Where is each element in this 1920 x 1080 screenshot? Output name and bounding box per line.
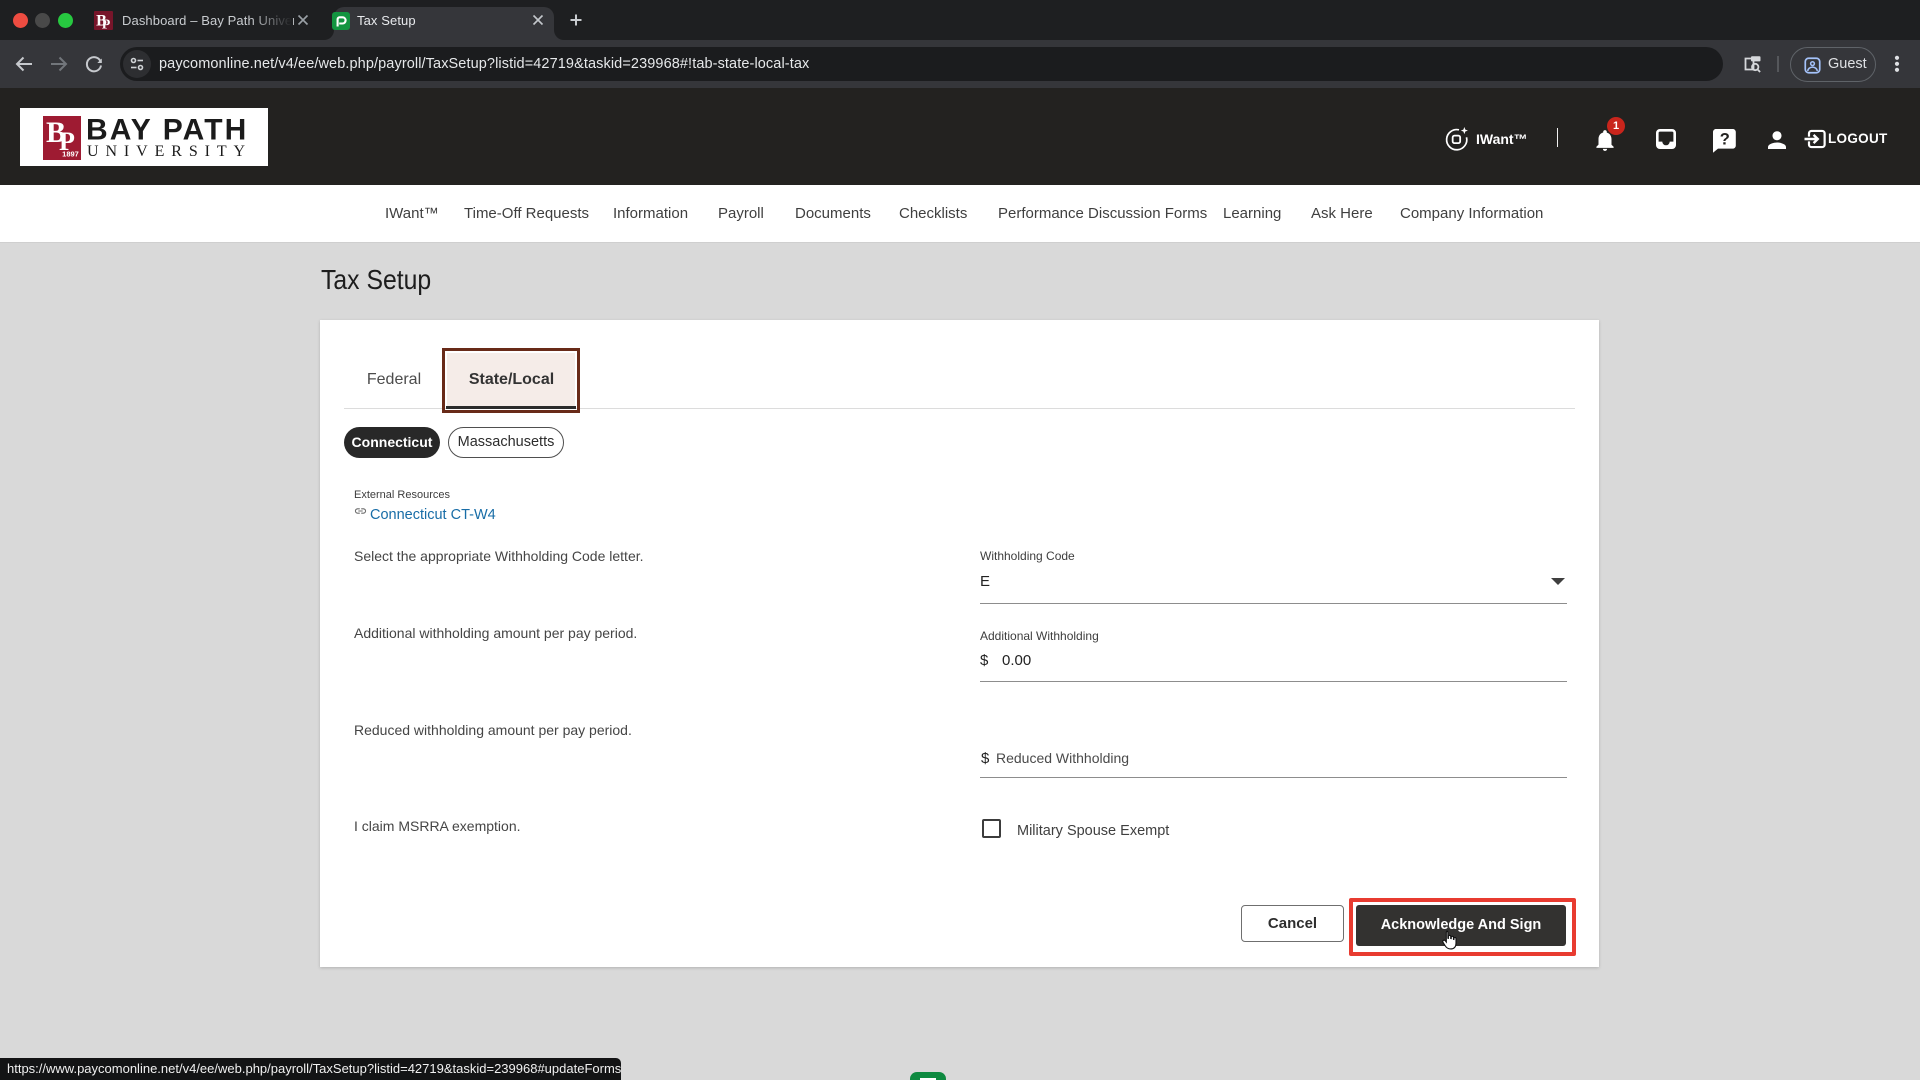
svg-text:BAY PATH: BAY PATH: [86, 116, 248, 147]
svg-text:P: P: [102, 18, 111, 31]
svg-text:?: ?: [1720, 130, 1730, 148]
svg-text:1897: 1897: [62, 150, 79, 159]
svg-text:UNIVERSITY: UNIVERSITY: [87, 143, 252, 160]
